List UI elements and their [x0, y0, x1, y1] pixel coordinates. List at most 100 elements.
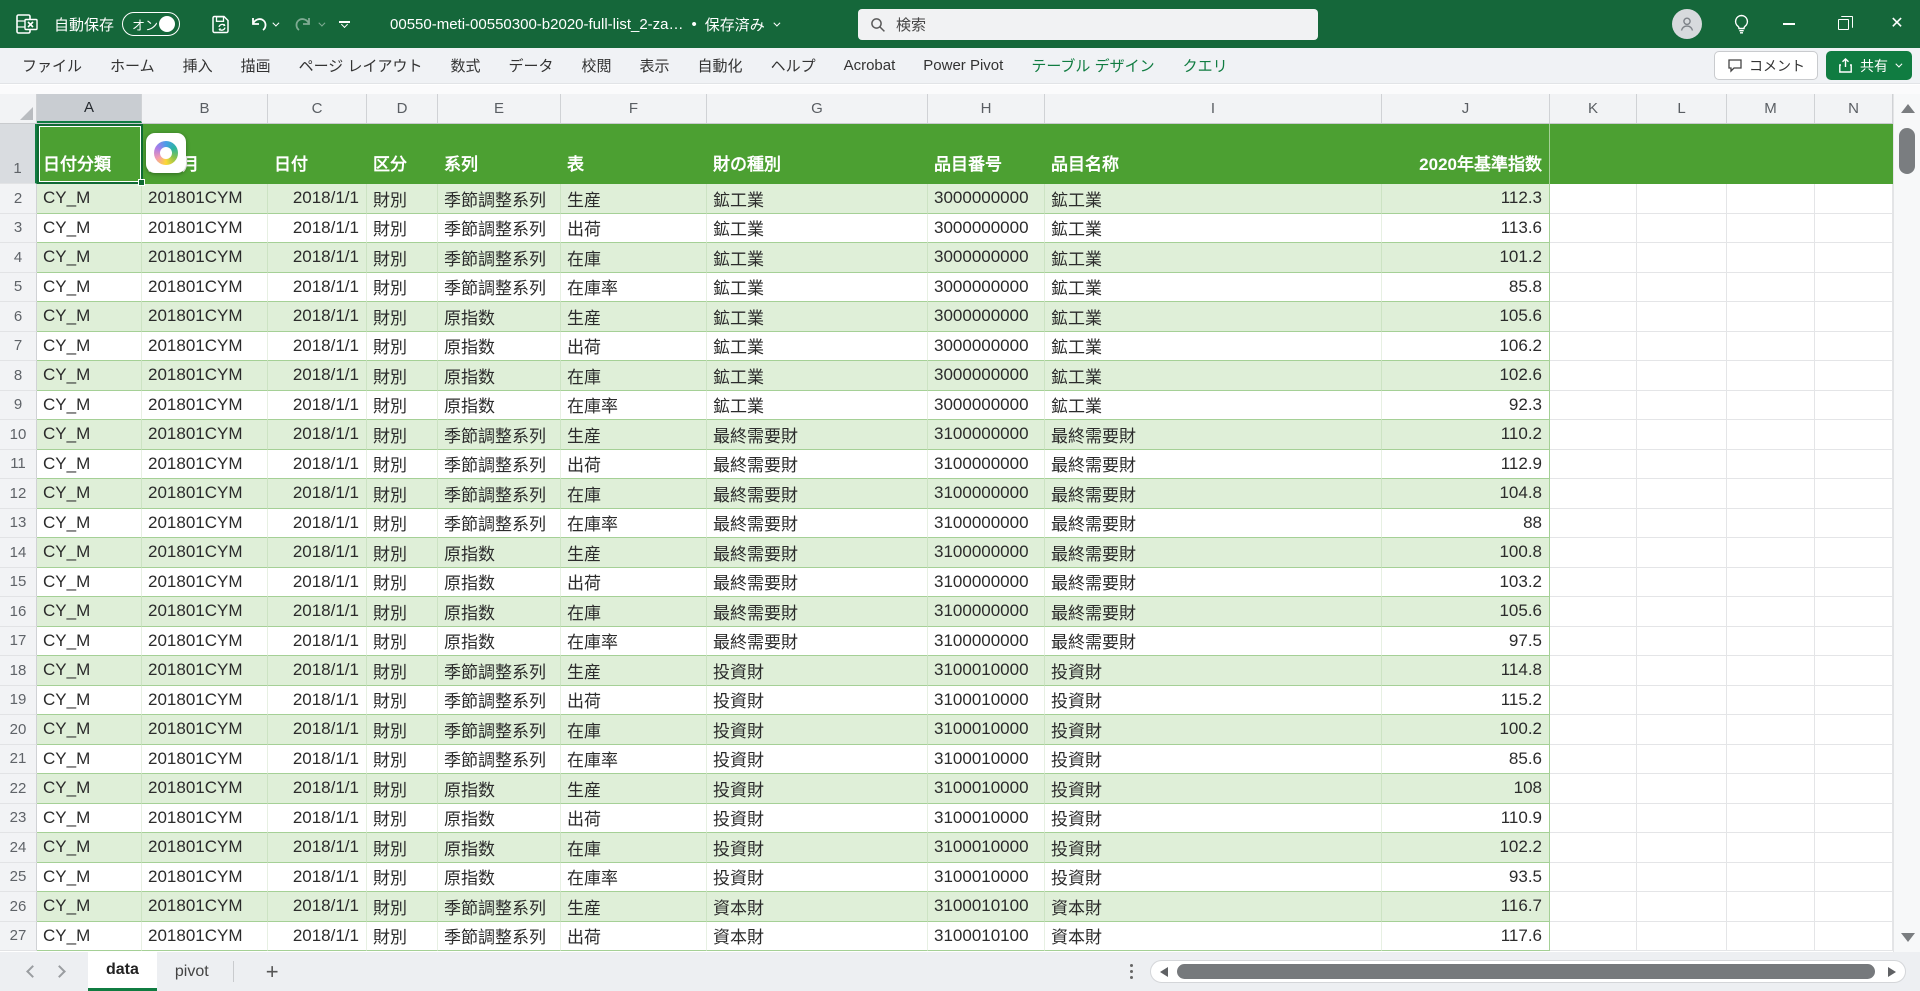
row-header-25[interactable]: 25: [0, 862, 37, 892]
cell-F4[interactable]: 在庫: [561, 243, 707, 273]
cell-C4[interactable]: 2018/1/1: [268, 243, 367, 273]
cell-E10[interactable]: 季節調整系列: [438, 420, 561, 450]
cell-N25[interactable]: [1815, 862, 1893, 892]
cell-A17[interactable]: CY_M: [37, 626, 142, 656]
cell-G1[interactable]: 財の種別: [707, 124, 928, 184]
cell-K22[interactable]: [1550, 774, 1637, 804]
cell-F12[interactable]: 在庫: [561, 479, 707, 509]
cell-N19[interactable]: [1815, 685, 1893, 715]
cell-H24[interactable]: 3100010000: [928, 833, 1045, 863]
cell-G21[interactable]: 投資財: [707, 744, 928, 774]
cell-D4[interactable]: 財別: [367, 243, 438, 273]
cell-I4[interactable]: 鉱工業: [1045, 243, 1382, 273]
cell-E8[interactable]: 原指数: [438, 361, 561, 391]
row-header-8[interactable]: 8: [0, 361, 37, 391]
cell-I25[interactable]: 投資財: [1045, 862, 1382, 892]
cell-J4[interactable]: 101.2: [1382, 243, 1550, 273]
cell-B26[interactable]: 201801CYM: [142, 892, 268, 922]
cell-I15[interactable]: 最終需要財: [1045, 567, 1382, 597]
cell-A21[interactable]: CY_M: [37, 744, 142, 774]
cell-B9[interactable]: 201801CYM: [142, 390, 268, 420]
cell-E6[interactable]: 原指数: [438, 302, 561, 332]
row-header-26[interactable]: 26: [0, 892, 37, 922]
ribbon-tab[interactable]: テーブル デザイン: [1017, 48, 1168, 84]
cell-N6[interactable]: [1815, 302, 1893, 332]
cell-A2[interactable]: CY_M: [37, 184, 142, 214]
cell-G8[interactable]: 鉱工業: [707, 361, 928, 391]
cell-A1[interactable]: 日付分類: [37, 124, 142, 184]
cell-I8[interactable]: 鉱工業: [1045, 361, 1382, 391]
cell-A24[interactable]: CY_M: [37, 833, 142, 863]
cell-B18[interactable]: 201801CYM: [142, 656, 268, 686]
cell-D12[interactable]: 財別: [367, 479, 438, 509]
cell-G4[interactable]: 鉱工業: [707, 243, 928, 273]
cell-N3[interactable]: [1815, 213, 1893, 243]
cell-M24[interactable]: [1727, 833, 1815, 863]
cell-H12[interactable]: 3100000000: [928, 479, 1045, 509]
cell-E13[interactable]: 季節調整系列: [438, 508, 561, 538]
cell-H17[interactable]: 3100000000: [928, 626, 1045, 656]
cell-L2[interactable]: [1637, 184, 1727, 214]
cell-F14[interactable]: 生産: [561, 538, 707, 568]
cell-B15[interactable]: 201801CYM: [142, 567, 268, 597]
row-header-20[interactable]: 20: [0, 715, 37, 745]
cell-A15[interactable]: CY_M: [37, 567, 142, 597]
cell-N5[interactable]: [1815, 272, 1893, 302]
cell-G27[interactable]: 資本財: [707, 921, 928, 951]
cell-D14[interactable]: 財別: [367, 538, 438, 568]
cell-C24[interactable]: 2018/1/1: [268, 833, 367, 863]
copilot-button[interactable]: [146, 133, 186, 173]
cell-B17[interactable]: 201801CYM: [142, 626, 268, 656]
customize-qat-icon[interactable]: [339, 20, 351, 28]
cell-F11[interactable]: 出荷: [561, 449, 707, 479]
cell-A8[interactable]: CY_M: [37, 361, 142, 391]
cell-J14[interactable]: 100.8: [1382, 538, 1550, 568]
cell-C6[interactable]: 2018/1/1: [268, 302, 367, 332]
ribbon-tab[interactable]: 挿入: [169, 48, 227, 84]
row-header-10[interactable]: 10: [0, 420, 37, 450]
cell-D10[interactable]: 財別: [367, 420, 438, 450]
cell-F9[interactable]: 在庫率: [561, 390, 707, 420]
cell-K1[interactable]: [1550, 124, 1637, 184]
cell-G6[interactable]: 鉱工業: [707, 302, 928, 332]
ribbon-tab[interactable]: ページ レイアウト: [285, 48, 437, 84]
cell-N16[interactable]: [1815, 597, 1893, 627]
cell-N11[interactable]: [1815, 449, 1893, 479]
ribbon-tab[interactable]: ファイル: [8, 48, 96, 84]
cell-L27[interactable]: [1637, 921, 1727, 951]
row-header-2[interactable]: 2: [0, 184, 37, 214]
cell-N15[interactable]: [1815, 567, 1893, 597]
cell-L10[interactable]: [1637, 420, 1727, 450]
cell-B22[interactable]: 201801CYM: [142, 774, 268, 804]
cell-F6[interactable]: 生産: [561, 302, 707, 332]
cell-K27[interactable]: [1550, 921, 1637, 951]
cell-C14[interactable]: 2018/1/1: [268, 538, 367, 568]
scroll-left-icon[interactable]: [1160, 967, 1168, 977]
cell-C11[interactable]: 2018/1/1: [268, 449, 367, 479]
cell-N24[interactable]: [1815, 833, 1893, 863]
cell-A16[interactable]: CY_M: [37, 597, 142, 627]
cell-H19[interactable]: 3100010000: [928, 685, 1045, 715]
cell-M8[interactable]: [1727, 361, 1815, 391]
cell-I16[interactable]: 最終需要財: [1045, 597, 1382, 627]
row-header-6[interactable]: 6: [0, 302, 37, 332]
cell-K2[interactable]: [1550, 184, 1637, 214]
horizontal-scroll-thumb[interactable]: [1177, 964, 1875, 979]
cell-N21[interactable]: [1815, 744, 1893, 774]
cell-I20[interactable]: 投資財: [1045, 715, 1382, 745]
column-header-D[interactable]: D: [367, 94, 438, 123]
cell-H23[interactable]: 3100010000: [928, 803, 1045, 833]
cell-I1[interactable]: 品目名称: [1045, 124, 1382, 184]
cell-M5[interactable]: [1727, 272, 1815, 302]
cell-J23[interactable]: 110.9: [1382, 803, 1550, 833]
cell-L17[interactable]: [1637, 626, 1727, 656]
cell-G18[interactable]: 投資財: [707, 656, 928, 686]
cell-D6[interactable]: 財別: [367, 302, 438, 332]
cell-G5[interactable]: 鉱工業: [707, 272, 928, 302]
cell-C3[interactable]: 2018/1/1: [268, 213, 367, 243]
cell-N17[interactable]: [1815, 626, 1893, 656]
cell-F13[interactable]: 在庫率: [561, 508, 707, 538]
cell-D27[interactable]: 財別: [367, 921, 438, 951]
cell-G7[interactable]: 鉱工業: [707, 331, 928, 361]
cell-I21[interactable]: 投資財: [1045, 744, 1382, 774]
